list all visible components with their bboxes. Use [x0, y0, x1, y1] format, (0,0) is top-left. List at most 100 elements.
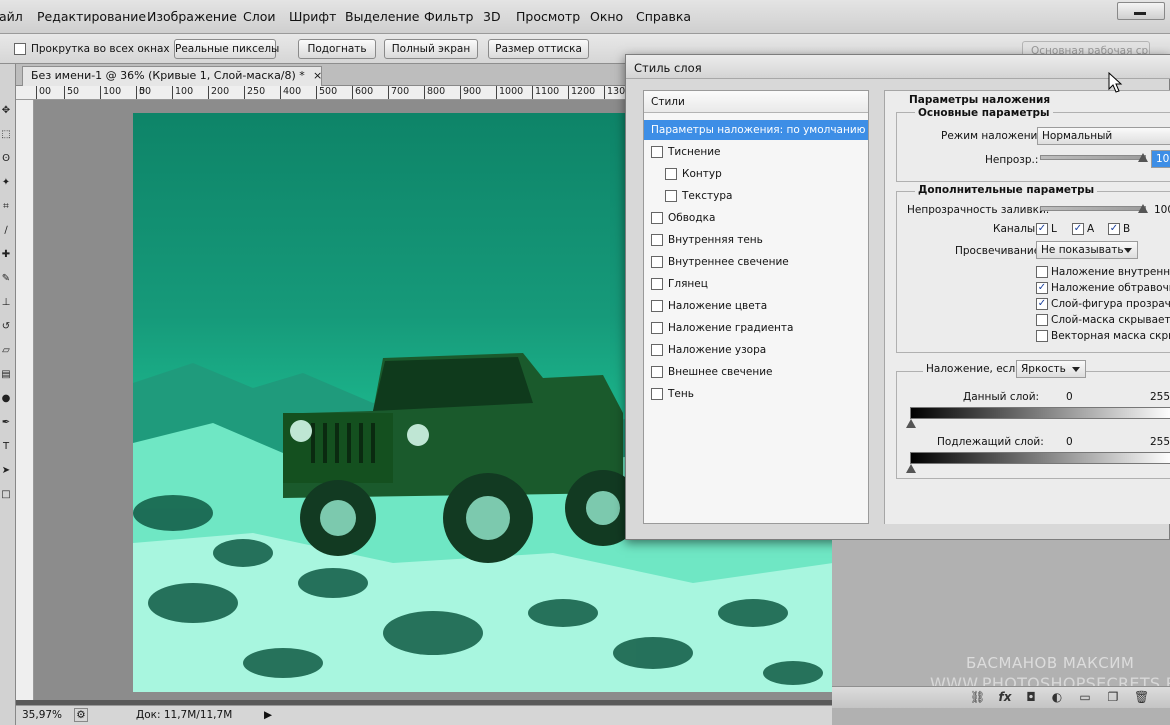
trash-icon[interactable]: 🗑 [1134, 690, 1149, 704]
opacity-slider[interactable] [1040, 155, 1146, 160]
menu-help[interactable]: Справка [636, 9, 691, 24]
style-checkbox[interactable] [651, 146, 663, 158]
fit-screen-button[interactable]: Подогнать [298, 39, 376, 59]
minimize-button[interactable] [1117, 2, 1165, 20]
style-checkbox[interactable] [651, 388, 663, 400]
style-label: Наложение градиента [668, 322, 794, 334]
gradient-tool-icon[interactable]: ▤ [0, 368, 12, 382]
link-icon[interactable]: ⛓ [970, 690, 985, 704]
document-tab[interactable]: Без имени-1 @ 36% (Кривые 1, Слой-маска/… [22, 66, 322, 86]
vector-mask-hides-effects-checkbox[interactable] [1036, 330, 1048, 342]
fill-opacity-value[interactable]: 100 [1154, 204, 1170, 216]
layer-mask-hides-effects-label: Слой-маска скрывает эф [1051, 314, 1170, 326]
magic-wand-tool-icon[interactable]: ✦ [0, 176, 12, 190]
blend-mode-select[interactable]: Нормальный [1037, 127, 1170, 145]
style-checkbox[interactable] [651, 256, 663, 268]
mask-icon[interactable]: ◘ [1024, 690, 1038, 704]
dodge-tool-icon[interactable]: ● [0, 392, 12, 406]
fill-opacity-slider[interactable] [1040, 206, 1146, 211]
layer-mask-hides-effects-checkbox[interactable] [1036, 314, 1048, 326]
fill-opacity-slider-thumb[interactable] [1138, 204, 1148, 213]
eraser-tool-icon[interactable]: ▱ [0, 344, 12, 358]
type-tool-icon[interactable]: T [0, 440, 12, 454]
path-select-tool-icon[interactable]: ➤ [0, 464, 12, 478]
style-gradient-overlay[interactable]: Наложение градиента [644, 318, 868, 338]
style-texture[interactable]: Текстура [644, 186, 868, 206]
scroll-all-windows-checkbox[interactable] [14, 43, 26, 55]
style-checkbox[interactable] [651, 366, 663, 378]
menu-window[interactable]: Окно [590, 9, 623, 24]
style-stroke[interactable]: Обводка [644, 208, 868, 228]
opacity-slider-thumb[interactable] [1138, 153, 1148, 162]
style-checkbox[interactable] [651, 344, 663, 356]
eyedropper-tool-icon[interactable]: ∕ [0, 224, 12, 238]
channel-a-checkbox[interactable]: ✓ [1072, 223, 1084, 235]
stamp-tool-icon[interactable]: ⊥ [0, 296, 12, 310]
fill-opacity-label: Непрозрачность заливки: [907, 204, 1050, 216]
lasso-tool-icon[interactable]: ʘ [0, 152, 12, 166]
channel-a-label: A [1087, 223, 1095, 235]
menu-type[interactable]: Шрифт [289, 9, 336, 24]
blend-if-label: Наложение, если: [923, 363, 1029, 375]
menu-view[interactable]: Просмотр [516, 9, 580, 24]
style-bevel-emboss[interactable]: Тиснение [644, 142, 868, 162]
style-checkbox[interactable] [665, 190, 677, 202]
brush-tool-icon[interactable]: ✎ [0, 272, 12, 286]
menu-image[interactable]: Изображение [147, 9, 237, 24]
crop-tool-icon[interactable]: ⌗ [0, 200, 12, 214]
menu-edit[interactable]: Редактирование [37, 9, 146, 24]
style-checkbox[interactable] [651, 278, 663, 290]
channel-l-checkbox[interactable]: ✓ [1036, 223, 1048, 235]
style-checkbox[interactable] [651, 212, 663, 224]
this-layer-black-thumb[interactable] [906, 419, 916, 428]
close-icon[interactable]: × [313, 70, 322, 82]
history-brush-tool-icon[interactable]: ↺ [0, 320, 12, 334]
ruler-mark: 50 [64, 86, 79, 99]
styles-header[interactable]: Стили [644, 91, 868, 113]
underlying-layer-black-thumb[interactable] [906, 464, 916, 473]
style-outer-glow[interactable]: Внешнее свечение [644, 362, 868, 382]
fx-icon[interactable]: fx [998, 690, 1012, 704]
adjustment-icon[interactable]: ◐ [1050, 690, 1064, 704]
style-checkbox[interactable] [665, 168, 677, 180]
status-menu-arrow-icon[interactable]: ▶ [264, 709, 272, 721]
move-tool-icon[interactable]: ✥ [0, 104, 12, 118]
menu-layers[interactable]: Слои [243, 9, 276, 24]
menu-filter[interactable]: Фильтр [424, 9, 473, 24]
actual-pixels-button[interactable]: Реальные пикселы [174, 39, 279, 59]
style-satin[interactable]: Глянец [644, 274, 868, 294]
style-drop-shadow[interactable]: Тень [644, 384, 868, 404]
transparency-shapes-layer-label: Слой-фигура прозрачно [1051, 298, 1170, 310]
folder-icon[interactable]: ▭ [1078, 690, 1092, 704]
style-inner-glow[interactable]: Внутреннее свечение [644, 252, 868, 272]
style-checkbox[interactable] [651, 300, 663, 312]
print-size-button[interactable]: Размер оттиска [488, 39, 589, 59]
style-checkbox[interactable] [651, 322, 663, 334]
style-color-overlay[interactable]: Наложение цвета [644, 296, 868, 316]
style-blending-options[interactable]: Параметры наложения: по умолчанию [644, 120, 868, 140]
blend-if-select[interactable]: Яркость [1016, 360, 1086, 378]
menu-select[interactable]: Выделение [345, 9, 419, 24]
pen-tool-icon[interactable]: ✒ [0, 416, 12, 430]
dialog-titlebar[interactable]: Стиль слоя [626, 55, 1170, 79]
style-checkbox[interactable] [651, 234, 663, 246]
opacity-input[interactable]: 100 [1151, 150, 1170, 168]
full-screen-button[interactable]: Полный экран [384, 39, 478, 59]
transparency-shapes-layer-checkbox[interactable]: ✓ [1036, 298, 1048, 310]
channel-b-checkbox[interactable]: ✓ [1108, 223, 1120, 235]
marquee-tool-icon[interactable]: ⬚ [0, 128, 12, 142]
zoom-level[interactable]: 35,97% [22, 709, 62, 721]
style-pattern-overlay[interactable]: Наложение узора [644, 340, 868, 360]
status-icon[interactable]: ⚙ [74, 708, 88, 722]
knockout-select[interactable]: Не показывать [1036, 241, 1138, 259]
style-inner-shadow[interactable]: Внутренняя тень [644, 230, 868, 250]
blend-interior-effects-checkbox[interactable] [1036, 266, 1048, 278]
shape-tool-icon[interactable]: □ [0, 488, 12, 502]
style-contour[interactable]: Контур [644, 164, 868, 184]
menu-3d[interactable]: 3D [483, 9, 501, 24]
document-size: Док: 11,7M/11,7M [136, 709, 233, 721]
healing-tool-icon[interactable]: ✚ [0, 248, 12, 262]
new-layer-icon[interactable]: ❐ [1106, 690, 1120, 704]
menu-file[interactable]: айл [0, 9, 23, 24]
blend-clipped-layers-checkbox[interactable]: ✓ [1036, 282, 1048, 294]
